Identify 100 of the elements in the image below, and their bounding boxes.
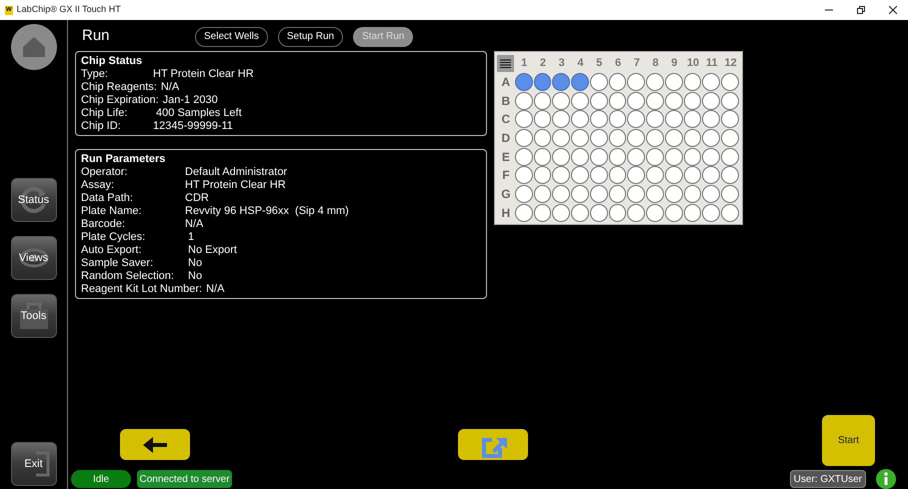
well[interactable]: [552, 73, 570, 91]
sidebar-button[interactable]: Status: [10, 178, 56, 222]
tab[interactable]: Setup Run: [278, 26, 344, 46]
well[interactable]: [627, 148, 646, 166]
home-button[interactable]: [10, 24, 56, 70]
well[interactable]: [627, 110, 646, 128]
well[interactable]: [608, 92, 626, 110]
well[interactable]: [664, 148, 683, 166]
well[interactable]: [721, 204, 739, 222]
well[interactable]: [514, 166, 533, 184]
well[interactable]: [684, 129, 702, 148]
well[interactable]: [608, 129, 626, 148]
well[interactable]: [646, 185, 664, 204]
well[interactable]: [721, 110, 739, 128]
well[interactable]: [552, 204, 570, 222]
well[interactable]: [534, 110, 552, 128]
well[interactable]: [702, 166, 720, 184]
well[interactable]: [702, 148, 720, 166]
info-icon[interactable]: [876, 469, 896, 489]
well[interactable]: [514, 73, 533, 91]
well[interactable]: [684, 92, 702, 110]
well[interactable]: [571, 204, 589, 222]
well[interactable]: [552, 129, 570, 148]
well[interactable]: [590, 129, 608, 148]
well[interactable]: [684, 73, 702, 91]
restore-icon[interactable]: [857, 6, 865, 14]
well[interactable]: [646, 148, 664, 166]
well[interactable]: [646, 73, 664, 91]
well[interactable]: [684, 148, 702, 166]
well[interactable]: [514, 110, 533, 128]
well[interactable]: [627, 92, 646, 110]
well[interactable]: [590, 166, 608, 184]
well[interactable]: [608, 148, 626, 166]
well[interactable]: [664, 92, 683, 110]
well[interactable]: [514, 148, 533, 166]
well[interactable]: [608, 185, 626, 204]
well[interactable]: [702, 73, 720, 91]
well[interactable]: [664, 129, 683, 148]
back-button[interactable]: [120, 429, 190, 460]
well[interactable]: [571, 73, 589, 91]
well[interactable]: [702, 110, 720, 128]
well[interactable]: [664, 185, 683, 204]
well[interactable]: [721, 92, 739, 110]
well[interactable]: [702, 185, 720, 204]
sidebar-button[interactable]: Views: [10, 236, 56, 280]
well[interactable]: [552, 148, 570, 166]
start-button[interactable]: Start: [822, 415, 875, 466]
well[interactable]: [552, 92, 570, 110]
well[interactable]: [627, 73, 646, 91]
well[interactable]: [571, 148, 589, 166]
well[interactable]: [552, 185, 570, 204]
well[interactable]: [534, 73, 552, 91]
well[interactable]: [534, 148, 552, 166]
well[interactable]: [721, 73, 739, 91]
well[interactable]: [590, 110, 608, 128]
well[interactable]: [684, 110, 702, 128]
well[interactable]: [627, 129, 646, 148]
well[interactable]: [534, 166, 552, 184]
well[interactable]: [514, 185, 533, 204]
well[interactable]: [721, 129, 739, 148]
well[interactable]: [608, 204, 626, 222]
well[interactable]: [514, 129, 533, 148]
well[interactable]: [627, 204, 646, 222]
well[interactable]: [664, 166, 683, 184]
well[interactable]: [590, 185, 608, 204]
well[interactable]: [552, 166, 570, 184]
well[interactable]: [721, 185, 739, 204]
well[interactable]: [571, 166, 589, 184]
well[interactable]: [590, 92, 608, 110]
close-icon[interactable]: [889, 6, 897, 14]
well[interactable]: [590, 204, 608, 222]
well[interactable]: [571, 185, 589, 204]
well[interactable]: [702, 204, 720, 222]
well[interactable]: [664, 110, 683, 128]
well[interactable]: [646, 110, 664, 128]
user-button[interactable]: User: GXTUser: [790, 470, 866, 488]
well[interactable]: [590, 73, 608, 91]
well[interactable]: [664, 73, 683, 91]
well[interactable]: [534, 92, 552, 110]
well[interactable]: [646, 204, 664, 222]
exit-button[interactable]: Exit: [10, 442, 56, 486]
well[interactable]: [534, 185, 552, 204]
well[interactable]: [514, 92, 533, 110]
well[interactable]: [684, 166, 702, 184]
well[interactable]: [571, 129, 589, 148]
well[interactable]: [627, 185, 646, 204]
well[interactable]: [646, 129, 664, 148]
well[interactable]: [514, 204, 533, 222]
well[interactable]: [552, 110, 570, 128]
well[interactable]: [571, 92, 589, 110]
well[interactable]: [608, 73, 626, 91]
well[interactable]: [646, 166, 664, 184]
well[interactable]: [702, 129, 720, 148]
well[interactable]: [721, 166, 739, 184]
well[interactable]: [608, 166, 626, 184]
well[interactable]: [534, 129, 552, 148]
menu-button[interactable]: [497, 54, 514, 72]
tab[interactable]: Select Wells: [195, 26, 268, 46]
well[interactable]: [684, 204, 702, 222]
well[interactable]: [534, 204, 552, 222]
